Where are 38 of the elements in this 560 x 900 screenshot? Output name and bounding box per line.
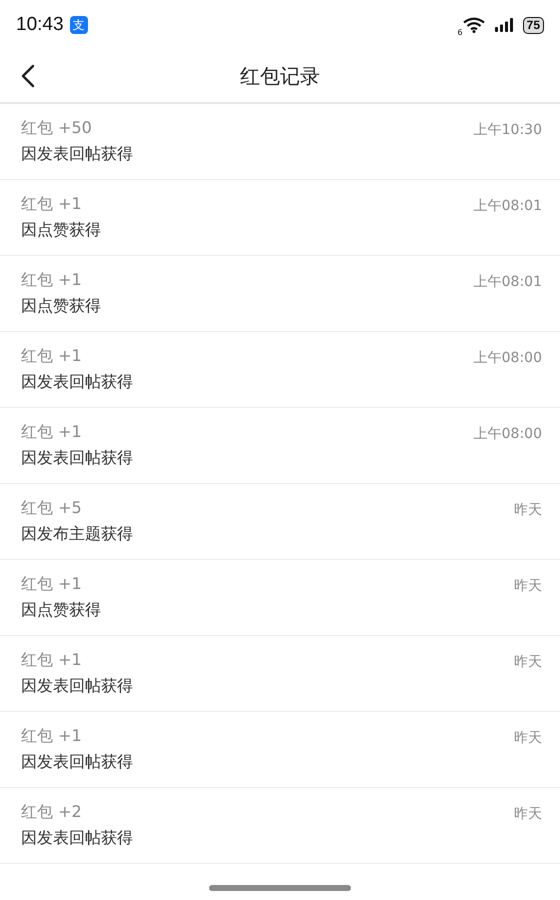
record-time: 上午08:00 [474,425,542,443]
record-time: 昨天 [514,653,542,671]
record-time: 上午10:30 [474,121,542,139]
record-amount: 红包 +1 [21,422,83,443]
record-amount: 红包 +1 [21,194,83,215]
record-reason: 因点赞获得 [21,600,101,621]
record-time: 上午08:01 [474,273,542,291]
wifi-standard-label: 6 [458,28,463,36]
record-time: 昨天 [514,501,542,519]
page-title: 红包记录 [240,62,320,90]
record-reason: 因发表回帖获得 [21,448,133,469]
record-reason: 因发表回帖获得 [21,144,133,165]
record-amount: 红包 +5 [21,498,83,519]
record-reason: 因发布主题获得 [21,524,133,545]
record-reason: 因发表回帖获得 [21,828,133,849]
record-time: 上午08:00 [474,349,542,367]
status-time: 10:43 [16,14,64,36]
record-amount: 红包 +1 [21,650,83,671]
record-amount: 红包 +1 [21,726,83,747]
record-reason: 因发表回帖获得 [21,752,133,773]
record-time: 昨天 [514,577,542,595]
battery-level: 75 [526,18,540,32]
record-amount: 红包 +1 [21,574,83,595]
record-amount: 红包 +1 [21,270,83,291]
record-amount: 红包 +1 [21,346,83,367]
record-reason: 因点赞获得 [21,296,101,317]
record-time: 上午08:01 [474,197,542,215]
app-notification-icon: 支 [70,16,88,34]
record-reason: 因发表回帖获得 [21,372,133,393]
back-icon[interactable] [21,64,35,88]
record-amount: 红包 +50 [21,118,93,139]
signal-icon [494,18,515,32]
record-reason: 因点赞获得 [21,220,101,241]
record-time: 昨天 [514,805,542,823]
record-amount: 红包 +2 [21,802,83,823]
record-time: 昨天 [514,729,542,747]
wifi-icon [462,17,485,33]
record-reason: 因发表回帖获得 [21,676,133,697]
